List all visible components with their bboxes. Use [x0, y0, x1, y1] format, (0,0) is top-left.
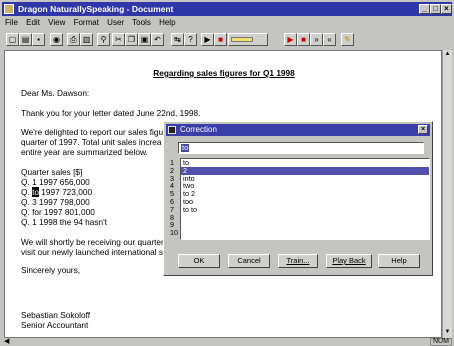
close-button[interactable]: × — [441, 4, 452, 14]
title-bar[interactable]: Dragon NaturallySpeaking - Document _ □ … — [2, 2, 452, 16]
sales-row-5: Q. 1 1998 the 94 hasn't — [21, 217, 107, 227]
stop-icon-2[interactable]: ■ — [297, 33, 310, 46]
greeting: Dear Ms. Dawson: — [21, 88, 90, 98]
toolbar: ▢ ▤ ▪ ◉ ⎙ ▥ ⚲ ✂ ❐ ▣ ↶ ↹ ? ▶ ■ ▶ ■ » « ✎ — [2, 31, 452, 47]
undo-icon[interactable]: ↶ — [151, 33, 164, 46]
menu-bar: File Edit View Format User Tools Help — [2, 17, 452, 29]
correction-input[interactable]: to — [178, 142, 424, 154]
list-item-selected[interactable]: 2 — [181, 166, 429, 175]
status-bar: ◀ NUM — [2, 338, 452, 346]
menu-help[interactable]: Help — [159, 18, 175, 27]
copy-icon[interactable]: ❐ — [125, 33, 138, 46]
help-button[interactable]: Help — [378, 254, 420, 268]
choice-list[interactable]: to 2 into two to 2 too to to — [180, 158, 430, 240]
find-icon[interactable]: ⚲ — [97, 33, 110, 46]
record-icon[interactable]: ✎ — [341, 33, 354, 46]
train-button[interactable]: Train... — [278, 254, 318, 268]
app-window: Dragon NaturallySpeaking - Document _ □ … — [0, 0, 454, 346]
correction-input-value[interactable]: to — [181, 144, 190, 152]
menu-format[interactable]: Format — [74, 18, 99, 27]
dialog-icon — [168, 126, 176, 134]
paragraph-3-line-2: visit our newly launched international s — [21, 247, 164, 257]
maximize-button[interactable]: □ — [430, 4, 441, 14]
letter-heading: Regarding sales figures for Q1 1998 — [153, 68, 295, 78]
paragraph-2-line-3: entire year are summarized below. — [21, 147, 148, 157]
menu-file[interactable]: File — [5, 18, 18, 27]
paragraph-3-line-1: We will shortly be receiving our quarter — [21, 237, 164, 247]
menu-view[interactable]: View — [48, 18, 65, 27]
play-icon-2[interactable]: ▶ — [284, 33, 297, 46]
correction-dialog: Correction × to 1 2 3 4 5 6 7 8 9 10 to … — [163, 121, 433, 276]
print-preview-icon[interactable]: ▥ — [80, 33, 93, 46]
minimize-button[interactable]: _ — [419, 4, 430, 14]
stop-icon[interactable]: ■ — [214, 33, 227, 46]
menu-edit[interactable]: Edit — [26, 18, 40, 27]
open-icon[interactable]: ▤ — [19, 33, 32, 46]
scroll-down-icon[interactable]: ▼ — [444, 329, 451, 337]
play-icon[interactable]: ▶ — [201, 33, 214, 46]
help-icon[interactable]: ? — [184, 33, 197, 46]
choice-numbers: 1 2 3 4 5 6 7 8 9 10 — [170, 158, 178, 238]
app-icon[interactable] — [4, 4, 14, 14]
correction-icon[interactable]: ↹ — [171, 33, 184, 46]
closing: Sincerely yours, — [21, 265, 81, 275]
train-icon[interactable]: ◉ — [50, 33, 63, 46]
play-back-button[interactable]: Play Back — [326, 254, 372, 268]
cut-icon[interactable]: ✂ — [112, 33, 125, 46]
microphone-level-icon — [228, 33, 268, 46]
list-item[interactable]: to to — [181, 205, 429, 214]
correction-title-bar[interactable]: Correction × — [166, 124, 430, 136]
highlighted-word[interactable]: to — [32, 187, 39, 197]
list-item[interactable]: too — [181, 198, 429, 206]
num-lock-indicator: NUM — [430, 338, 452, 346]
scroll-up-icon[interactable]: ▲ — [444, 51, 451, 59]
signer-title: Senior Accountant — [21, 320, 89, 330]
forward-icon[interactable]: » — [310, 33, 323, 46]
signer-name: Sebastian Sokoloff — [21, 310, 91, 320]
window-title: Dragon NaturallySpeaking - Document — [18, 4, 174, 14]
vertical-scrollbar[interactable]: ▲ ▼ — [442, 50, 452, 338]
save-icon[interactable]: ▪ — [32, 33, 45, 46]
dialog-close-icon[interactable]: × — [418, 125, 428, 134]
paragraph-1: Thank you for your letter dated June 22n… — [21, 108, 201, 118]
menu-user[interactable]: User — [107, 18, 124, 27]
list-item[interactable]: into — [181, 174, 429, 183]
paragraph-2-line-1: We're delighted to report our sales figu — [21, 127, 164, 137]
paste-icon[interactable]: ▣ — [138, 33, 151, 46]
sales-row-4: Q. for 1997 801,000 — [21, 207, 95, 217]
list-item[interactable]: to 2 — [181, 190, 429, 198]
menu-tools[interactable]: Tools — [132, 18, 151, 27]
sales-row-2: Q. to 1997 723,000 — [21, 187, 93, 197]
print-icon[interactable]: ⎙ — [67, 33, 80, 46]
list-item[interactable]: two — [181, 182, 429, 190]
scroll-left-icon[interactable]: ◀ — [4, 338, 9, 346]
list-item[interactable]: to — [181, 159, 429, 167]
rewind-icon[interactable]: « — [323, 33, 336, 46]
dialog-title: Correction — [180, 125, 217, 134]
new-icon[interactable]: ▢ — [6, 33, 19, 46]
cancel-button[interactable]: Cancel — [228, 254, 270, 268]
ok-button[interactable]: OK — [178, 254, 220, 268]
sales-title: Quarter sales [$] — [21, 167, 83, 177]
sales-row-3: Q. 3 1997 798,000 — [21, 197, 90, 207]
paragraph-2-line-2: quarter of 1997. Total unit sales increa — [21, 137, 162, 147]
sales-row-1: Q. 1 1997 656,000 — [21, 177, 90, 187]
